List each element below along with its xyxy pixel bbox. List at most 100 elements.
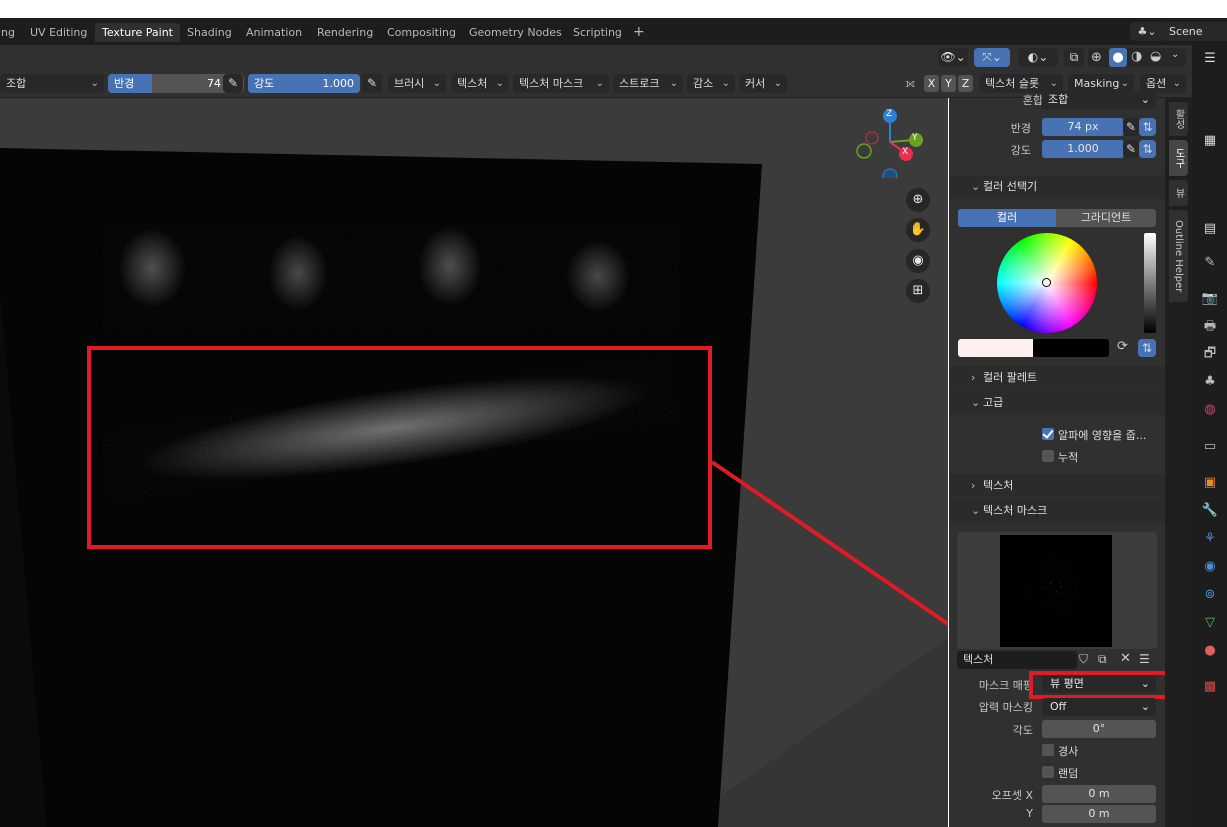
mirror-y-toggle[interactable]: Y: [941, 75, 956, 92]
scene-properties-icon[interactable]: ♣: [1200, 372, 1220, 392]
tab-shading[interactable]: Shading: [180, 23, 239, 42]
view-layer-icon[interactable]: 🗗: [1200, 344, 1220, 364]
color-wheel[interactable]: [997, 233, 1097, 333]
tab-geometry-nodes[interactable]: Geometry Nodes: [462, 23, 569, 42]
tab-rendering[interactable]: Rendering: [310, 23, 380, 42]
mirror-x-toggle[interactable]: X: [924, 75, 939, 92]
object-data-icon[interactable]: ▽: [1200, 613, 1220, 633]
material-preview-icon[interactable]: ◑: [1131, 49, 1142, 64]
rendered-shading-icon[interactable]: ◒: [1150, 49, 1161, 64]
angle-field[interactable]: 0°: [1042, 720, 1156, 738]
texture-mask-menu[interactable]: 텍스처 마스크 ⌄: [513, 74, 609, 93]
wireframe-shading-icon[interactable]: ⊕: [1091, 50, 1102, 65]
brush-menu[interactable]: 브러시 ⌄: [388, 74, 446, 93]
object-properties-icon[interactable]: ▣: [1200, 473, 1220, 493]
sidebar-tab-tool[interactable]: 도구: [1169, 140, 1188, 176]
gizmo-x-label: X: [902, 147, 909, 157]
modifier-wrench-icon[interactable]: 🔧: [1200, 501, 1220, 521]
outliner-icon[interactable]: ☰: [1200, 49, 1220, 69]
mask-texture-name-field[interactable]: 텍스처: [957, 651, 1077, 669]
falloff-menu[interactable]: 감소 ⌄: [687, 74, 735, 93]
blend-mode-dropdown[interactable]: 조합 ⌄: [0, 74, 104, 93]
tab-compositing[interactable]: Compositing: [380, 23, 463, 42]
panel-radius-field[interactable]: 74 px: [1042, 118, 1124, 136]
offset-x-field[interactable]: 0 m: [1042, 785, 1156, 803]
constraints-icon[interactable]: ⊚: [1200, 585, 1220, 605]
duplicate-icon[interactable]: ⧉: [1098, 652, 1107, 667]
sidebar-tab-view[interactable]: 뷰: [1169, 180, 1188, 206]
render-properties-icon[interactable]: 📷: [1200, 289, 1220, 309]
physics-icon[interactable]: ◉: [1200, 557, 1220, 577]
affect-alpha-checkbox[interactable]: [1042, 428, 1054, 440]
view-object-types-icon[interactable]: 👁⌄: [938, 48, 968, 67]
chevron-down-icon: ⌄: [90, 78, 99, 89]
solid-shading-icon[interactable]: ●: [1109, 48, 1127, 67]
blend-dropdown[interactable]: 조합 ⌄: [1042, 91, 1156, 109]
node-toggle-icon[interactable]: ☰: [1139, 652, 1150, 666]
checker-icon[interactable]: ▦: [1200, 131, 1220, 151]
zoom-icon[interactable]: ⊕: [906, 188, 930, 212]
sidebar-tab-outline-helper[interactable]: Outline Helper: [1169, 210, 1188, 302]
shading-options-chevron-icon[interactable]: ⌄: [1171, 49, 1179, 60]
color-palette-section-header[interactable]: › 컬러 팔레트: [949, 366, 1165, 390]
color-picker-section-header[interactable]: ⌄ 컬러 선택기: [949, 175, 1165, 199]
tool-properties-icon[interactable]: ✎: [1200, 253, 1220, 273]
tab-sculpting[interactable]: ing: [0, 23, 22, 42]
panel-strength-field[interactable]: 1.000: [1042, 140, 1124, 158]
sidebar-tab-active[interactable]: 활성: [1169, 102, 1188, 136]
collection-properties-icon[interactable]: ▭: [1200, 437, 1220, 457]
advanced-section-header[interactable]: ⌄ 고급: [949, 391, 1165, 415]
navigation-gizmo[interactable]: Z Y X: [852, 106, 932, 184]
tab-color[interactable]: 컬러: [958, 209, 1056, 227]
tab-animation[interactable]: Animation: [239, 23, 309, 42]
scene-selector-icon[interactable]: ♣⌄: [1130, 22, 1164, 41]
pressure-mask-dropdown[interactable]: Off ⌄: [1042, 698, 1156, 716]
offset-y-field[interactable]: 0 m: [1042, 805, 1156, 823]
strength-slider[interactable]: 강도 1.000: [248, 74, 360, 93]
accumulate-checkbox[interactable]: [1042, 450, 1054, 462]
primary-color-swatch[interactable]: [958, 339, 1033, 357]
swap-colors-icon[interactable]: ⟳: [1117, 339, 1128, 354]
texture-section-header[interactable]: › 텍스처: [949, 474, 1165, 498]
properties-editor-type-icon[interactable]: ▤: [1200, 219, 1220, 239]
output-properties-icon[interactable]: 🖶: [1200, 317, 1220, 337]
3d-viewport[interactable]: Z Y X ⊕ ✋ ◉ ⊞: [0, 98, 948, 827]
radius-pressure-icon[interactable]: ✎: [223, 74, 243, 93]
grid-toggle-icon[interactable]: ⊞: [906, 279, 930, 303]
texture-properties-icon[interactable]: ▩: [1200, 677, 1220, 697]
fake-user-shield-icon[interactable]: ⛉: [1079, 652, 1088, 667]
color-unified-icon[interactable]: ⇅: [1138, 339, 1156, 357]
cursor-menu[interactable]: 커서 ⌄: [739, 74, 787, 93]
gizmo-toggle-icon[interactable]: ⤧⌄: [974, 48, 1010, 67]
strength-pressure-icon[interactable]: ✎: [362, 74, 382, 93]
radius-unified-icon[interactable]: ⇅: [1139, 118, 1156, 136]
tab-texture-paint[interactable]: Texture Paint: [95, 23, 180, 42]
mirror-z-toggle[interactable]: Z: [958, 75, 973, 92]
texture-mask-preview[interactable]: [957, 532, 1157, 649]
overlays-icon[interactable]: ◐⌄: [1018, 48, 1058, 67]
strength-pressure-icon[interactable]: ✎: [1123, 140, 1139, 158]
texture-mask-section-header[interactable]: ⌄ 텍스처 마스크: [949, 499, 1165, 523]
add-workspace-button[interactable]: +: [626, 23, 652, 42]
world-properties-icon[interactable]: ◍: [1200, 400, 1220, 420]
material-properties-icon[interactable]: ●: [1200, 641, 1220, 661]
texture-menu[interactable]: 텍스처 ⌄: [451, 74, 509, 93]
camera-icon[interactable]: ◉: [906, 249, 930, 273]
tab-gradient[interactable]: 그라디언트: [1056, 209, 1156, 227]
stroke-menu[interactable]: 스트로크 ⌄: [613, 74, 683, 93]
secondary-color-swatch[interactable]: [1033, 339, 1109, 357]
close-icon[interactable]: ✕: [1120, 651, 1131, 666]
tilt-checkbox[interactable]: [1042, 744, 1054, 756]
tab-uv-editing[interactable]: UV Editing: [23, 23, 94, 42]
pressure-mask-value: Off: [1050, 700, 1067, 713]
xray-toggle-icon[interactable]: ⧉: [1064, 48, 1084, 67]
particles-icon[interactable]: ⚘: [1200, 529, 1220, 549]
scene-name-field[interactable]: Scene: [1164, 22, 1227, 41]
strength-unified-icon[interactable]: ⇅: [1139, 140, 1156, 158]
value-slider[interactable]: [1144, 233, 1156, 333]
radius-pressure-icon[interactable]: ✎: [1123, 118, 1139, 136]
color-wheel-cursor[interactable]: [1042, 278, 1051, 287]
tab-scripting[interactable]: Scripting: [566, 23, 629, 42]
random-checkbox[interactable]: [1042, 766, 1054, 778]
pan-hand-icon[interactable]: ✋: [906, 218, 930, 242]
